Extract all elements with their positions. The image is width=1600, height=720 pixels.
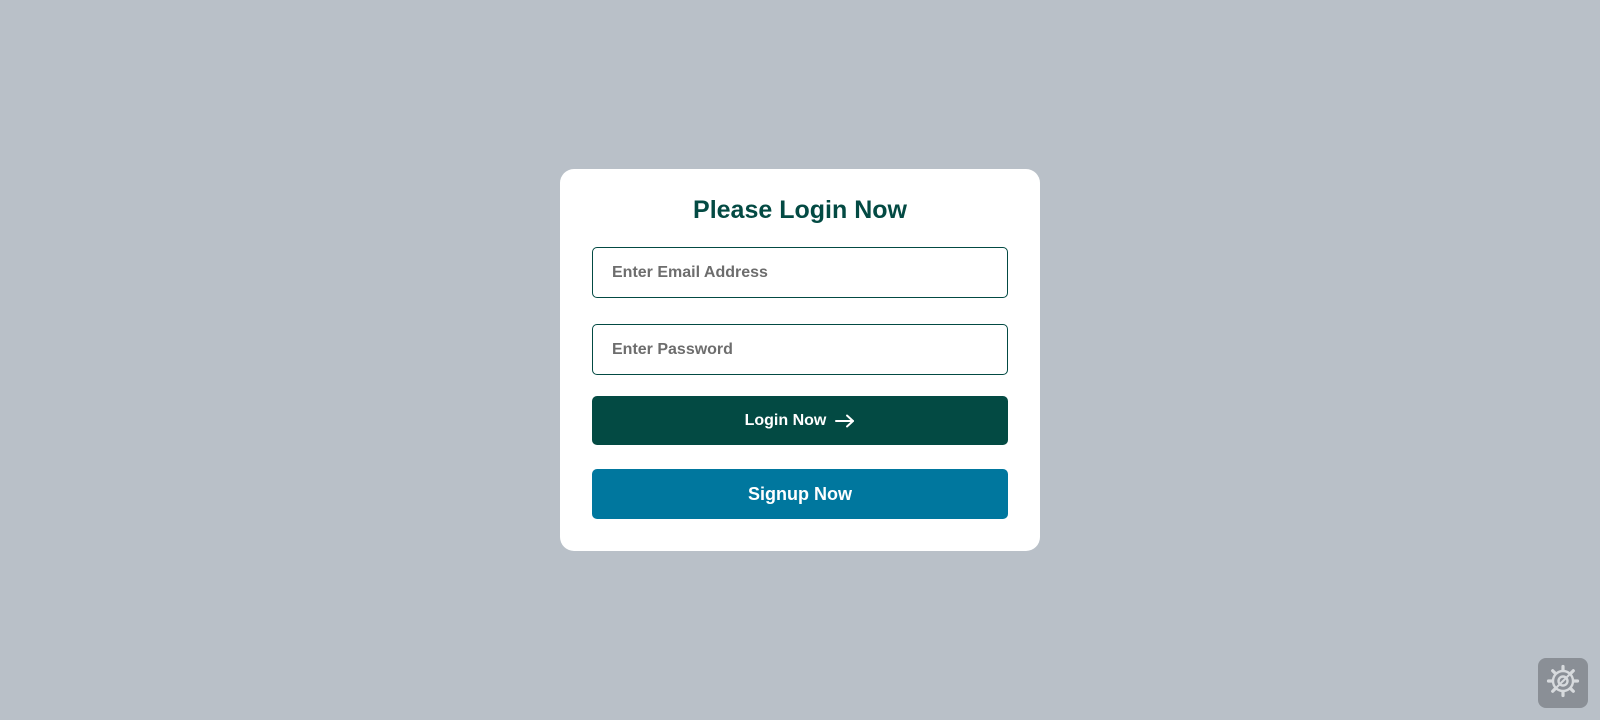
login-button-label: Login Now <box>744 411 827 429</box>
login-card: Please Login Now Login Now Signup Now <box>560 169 1040 551</box>
login-button[interactable]: Login Now <box>592 396 1008 445</box>
page-title: Please Login Now <box>693 196 907 224</box>
password-field[interactable] <box>592 324 1008 375</box>
signup-button-label: Signup Now <box>748 483 852 504</box>
gear-icon <box>1545 663 1581 704</box>
settings-widget-button[interactable] <box>1538 658 1588 708</box>
signup-button[interactable]: Signup Now <box>592 469 1008 519</box>
email-field[interactable] <box>592 247 1008 298</box>
arrow-right-icon <box>835 414 855 428</box>
